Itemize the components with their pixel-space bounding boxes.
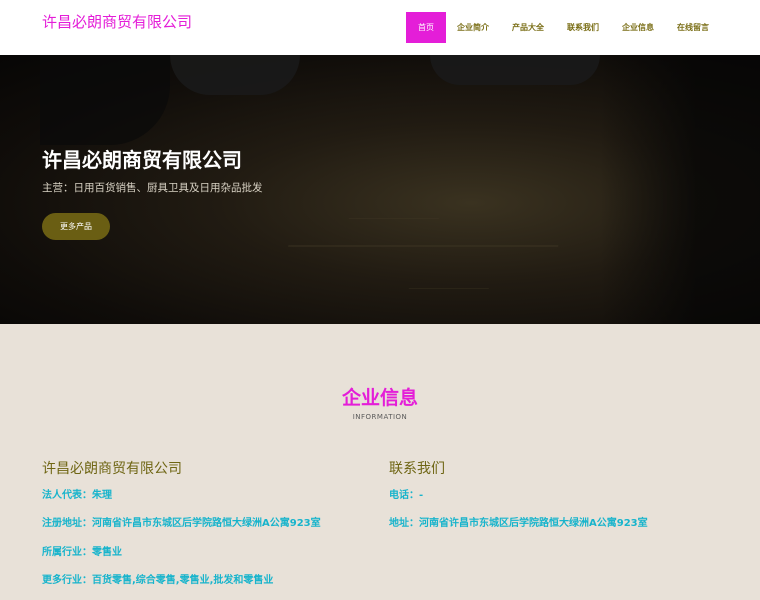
more-industries: 更多行业：百货零售,综合零售,零售业,批发和零售业 <box>42 575 274 586</box>
more-products-button[interactable]: 更多产品 <box>42 213 110 240</box>
hero-title: 许昌必朗商贸有限公司 <box>42 148 242 172</box>
hero-background-decoration <box>288 225 562 247</box>
hero-background-decoration <box>408 275 492 289</box>
phone: 电话：- <box>389 490 424 501</box>
address: 地址：河南省许昌市东城区后学院路恒大绿洲A公寓923室 <box>389 518 648 529</box>
industry: 所属行业：零售业 <box>42 547 122 558</box>
legal-representative: 法人代表：朱理 <box>42 490 112 501</box>
company-info-column: 许昌必朗商贸有限公司 法人代表：朱理 注册地址：河南省许昌市东城区后学院路恒大绿… <box>42 458 321 586</box>
company-name-heading: 许昌必朗商贸有限公司 <box>42 461 182 477</box>
nav-item-company-info[interactable]: 企业信息 <box>622 22 654 33</box>
main-nav: 首页 企业简介 产品大全 联系我们 企业信息 在线留言 <box>406 12 709 43</box>
contact-heading: 联系我们 <box>389 461 445 477</box>
section-title: 企业信息 <box>341 387 418 409</box>
hero-subtitle: 主营：日用百货销售、厨具卫具及日用杂品批发 <box>42 182 263 194</box>
hero-background-decoration <box>348 205 442 219</box>
section-subtitle: INFORMATION <box>352 413 408 421</box>
nav-item-products[interactable]: 产品大全 <box>512 22 544 33</box>
nav-item-home[interactable]: 首页 <box>406 12 446 43</box>
nav-item-contact[interactable]: 联系我们 <box>567 22 599 33</box>
site-header: 许昌必朗商贸有限公司 首页 企业简介 产品大全 联系我们 企业信息 在线留言 <box>0 0 760 55</box>
hero-background-shape <box>40 55 170 145</box>
hero-banner: 许昌必朗商贸有限公司 主营：日用百货销售、厨具卫具及日用杂品批发 更多产品 <box>0 55 760 324</box>
nav-item-message[interactable]: 在线留言 <box>677 22 709 33</box>
nav-item-about[interactable]: 企业简介 <box>457 22 489 33</box>
registered-address: 注册地址：河南省许昌市东城区后学院路恒大绿洲A公寓923室 <box>42 518 321 529</box>
hero-background-shade <box>600 55 760 324</box>
contact-column: 联系我们 电话：- 地址：河南省许昌市东城区后学院路恒大绿洲A公寓923室 <box>389 458 648 529</box>
hero-background-shape <box>430 55 600 85</box>
hero-background-shape <box>170 55 300 95</box>
site-logo[interactable]: 许昌必朗商贸有限公司 <box>42 11 192 32</box>
